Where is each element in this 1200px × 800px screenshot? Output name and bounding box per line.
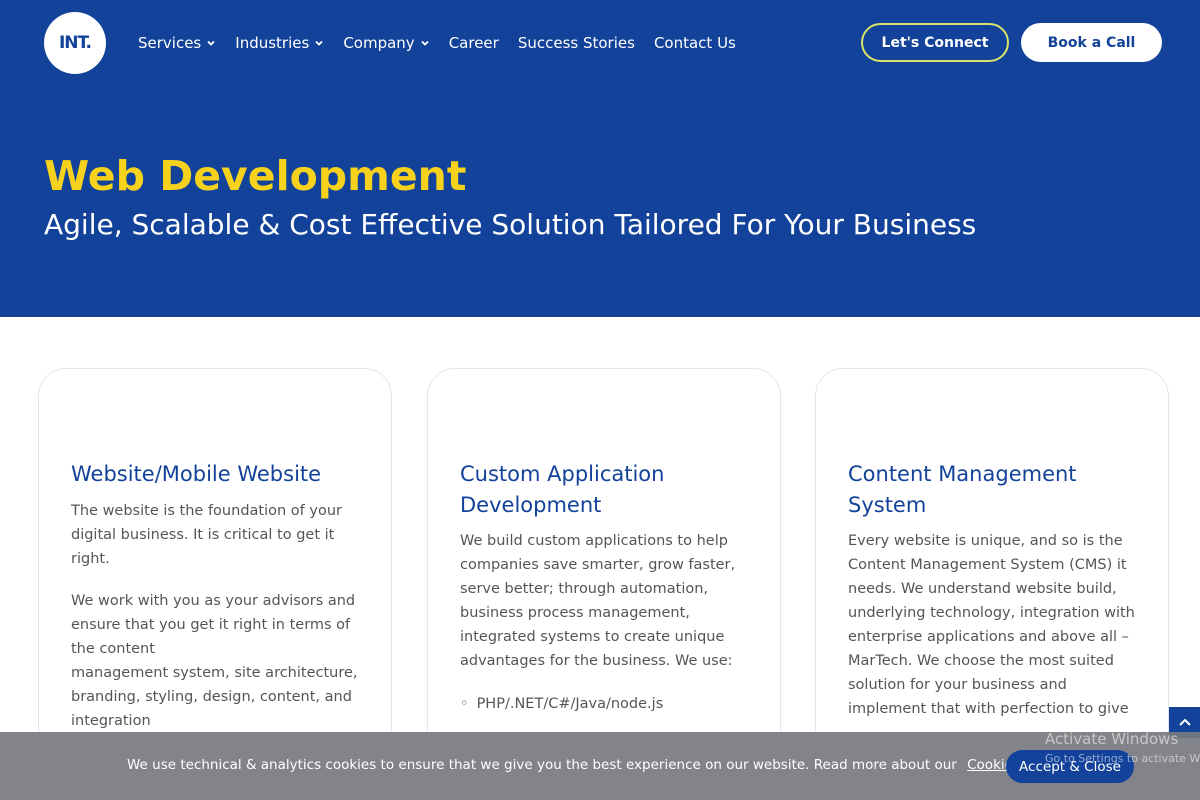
card-title: Custom Application Development bbox=[460, 462, 665, 517]
nav-item-label: Career bbox=[448, 34, 499, 52]
card-paragraph: We build custom applications to help com… bbox=[460, 533, 736, 669]
nav-item-career[interactable]: Career bbox=[449, 32, 499, 54]
chevron-down-icon bbox=[421, 40, 429, 46]
lets-connect-button[interactable]: Let's Connect bbox=[861, 23, 1009, 62]
card-title: Website/Mobile Website bbox=[71, 462, 322, 486]
card-paragraph: The website is the foundation of your di… bbox=[71, 503, 342, 567]
page-subtitle: Agile, Scalable & Cost Effective Solutio… bbox=[44, 208, 977, 241]
main-nav: Services Industries Company Career Succe… bbox=[138, 32, 755, 54]
logo-text: INT. bbox=[58, 33, 92, 53]
nav-item-contact-us[interactable]: Contact Us bbox=[654, 32, 736, 54]
cookie-message: We use technical & analytics cookies to … bbox=[127, 757, 1063, 773]
nav-item-label: Company bbox=[343, 34, 415, 52]
card-title: Content Management System bbox=[848, 462, 1077, 517]
chevron-down-icon bbox=[315, 40, 323, 46]
nav-item-label: Services bbox=[138, 34, 202, 52]
card-paragraph: We work with you as your advisors and en… bbox=[71, 593, 356, 657]
book-a-call-button[interactable]: Book a Call bbox=[1021, 23, 1162, 62]
nav-item-services[interactable]: Services bbox=[138, 32, 216, 54]
windows-activation-hint: Go to Settings to activate Wi bbox=[1045, 752, 1200, 765]
nav-item-label: Success Stories bbox=[517, 34, 635, 52]
chevron-down-icon bbox=[207, 40, 215, 46]
nav-item-company[interactable]: Company bbox=[343, 32, 429, 54]
hero-banner: INT. Services Industries Company Career … bbox=[0, 0, 1200, 317]
page-title: Web Development bbox=[44, 152, 467, 200]
card-paragraph: management system, site architecture, br… bbox=[71, 665, 358, 729]
list-item: PHP/.NET/C#/Java/node.js bbox=[460, 692, 760, 716]
card-paragraph: Every website is unique, and so is the C… bbox=[848, 533, 1135, 717]
windows-activation-title: Activate Windows bbox=[1045, 730, 1179, 748]
nav-item-label: Industries bbox=[235, 34, 310, 52]
nav-item-label: Contact Us bbox=[653, 34, 736, 52]
logo[interactable]: INT. bbox=[44, 12, 106, 74]
cookie-consent-bar: We use technical & analytics cookies to … bbox=[0, 732, 1200, 800]
tech-list: PHP/.NET/C#/Java/node.js bbox=[460, 692, 760, 716]
nav-item-industries[interactable]: Industries bbox=[235, 32, 324, 54]
cookie-text: We use technical & analytics cookies to … bbox=[127, 757, 957, 773]
nav-item-success-stories[interactable]: Success Stories bbox=[518, 32, 635, 54]
chevron-up-icon bbox=[1178, 718, 1191, 726]
